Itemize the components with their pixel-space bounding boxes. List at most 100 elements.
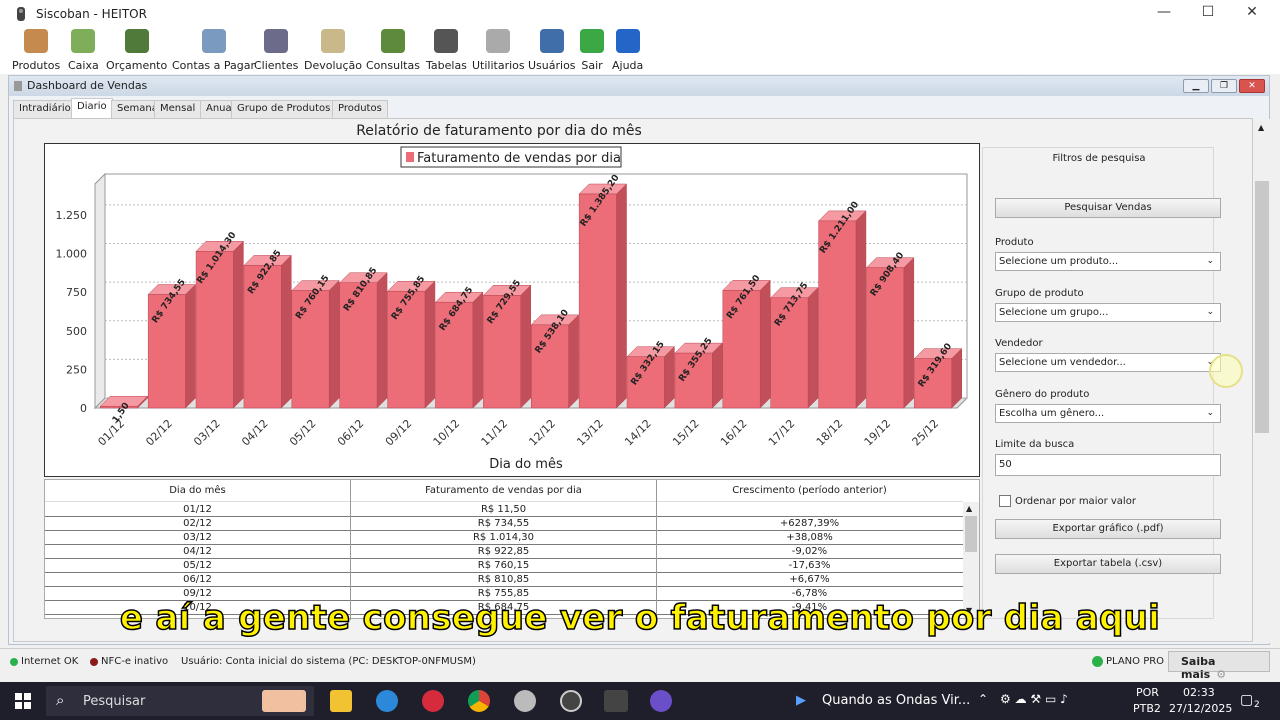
exit-icon bbox=[580, 29, 604, 53]
toolbar-button-6[interactable]: Consultas bbox=[366, 28, 420, 74]
bar-side bbox=[759, 279, 771, 409]
toolbar-label: Clientes bbox=[254, 59, 299, 72]
calendar-widget-icon bbox=[262, 690, 306, 712]
saiba-mais-button[interactable]: Saiba mais ⚙ bbox=[1168, 651, 1270, 681]
tab-0[interactable]: Intradiário bbox=[13, 100, 77, 118]
bar-side bbox=[424, 280, 436, 409]
clock-date[interactable]: 27/12/2025 bbox=[1169, 702, 1232, 715]
toolbar-button-9[interactable]: Usuários bbox=[528, 28, 576, 74]
toolbar-button-10[interactable]: Sair bbox=[580, 28, 604, 74]
search-icon: ⌕ bbox=[56, 691, 65, 709]
siscoban-taskbar-icon[interactable] bbox=[604, 690, 628, 712]
limit-input[interactable]: 50 bbox=[995, 454, 1221, 476]
dashboard-content: Relatório de faturamento por dia do mês … bbox=[13, 118, 1270, 643]
opera-icon[interactable] bbox=[422, 690, 444, 712]
tab-1[interactable]: Diario bbox=[71, 98, 113, 118]
column-header-growth[interactable]: Crescimento (período anterior) bbox=[657, 485, 962, 496]
clock-time[interactable]: 02:33 bbox=[1183, 686, 1215, 699]
toolbar-label: Caixa bbox=[68, 59, 99, 72]
product-select[interactable]: Selecione um produto... ⌄ bbox=[995, 252, 1221, 271]
table-row[interactable]: 05/12 R$ 760,15 -17,63% bbox=[45, 559, 963, 573]
minimize-button[interactable]: — bbox=[1142, 4, 1186, 24]
table-header: Dia do mês Faturamento de vendas por dia… bbox=[45, 480, 963, 502]
chevron-down-icon: ⌄ bbox=[1206, 256, 1214, 266]
obs-icon[interactable] bbox=[560, 690, 582, 712]
x-tick-label: 25/12 bbox=[910, 417, 942, 449]
app-taskbar-icon[interactable] bbox=[650, 690, 672, 712]
taskbar-search-placeholder: Pesquisar bbox=[83, 694, 146, 709]
bar-side bbox=[520, 284, 531, 409]
tray-chevron-icon[interactable]: ⌃ bbox=[978, 692, 988, 706]
table-row[interactable]: 04/12 R$ 922,85 -9,02% bbox=[45, 545, 963, 559]
bar-side bbox=[807, 287, 819, 409]
tab-3[interactable]: Mensal bbox=[154, 100, 202, 118]
dashboard-restore-button[interactable]: ❐ bbox=[1211, 79, 1237, 93]
x-tick-label: 11/12 bbox=[479, 417, 511, 449]
column-header-day[interactable]: Dia do mês bbox=[45, 485, 350, 496]
content-scrollbar[interactable]: ▲ bbox=[1254, 119, 1270, 643]
seller-select[interactable]: Selecione um vendedor...⌄ bbox=[995, 353, 1221, 372]
toolbar-button-11[interactable]: Ajuda bbox=[612, 28, 643, 74]
language-secondary[interactable]: PTB2 bbox=[1133, 702, 1161, 715]
content-scroll-thumb[interactable] bbox=[1255, 181, 1269, 433]
taskbar-search[interactable]: ⌕ Pesquisar bbox=[46, 686, 314, 716]
table-cell: R$ 734,55 bbox=[477, 518, 530, 529]
group-select[interactable]: Selecione um grupo... ⌄ bbox=[995, 303, 1221, 322]
search-sales-button[interactable]: Pesquisar Vendas bbox=[995, 198, 1221, 218]
clients-icon bbox=[264, 29, 289, 53]
table-row[interactable]: 03/12 R$ 1.014,30 +38,08% bbox=[45, 531, 963, 545]
language-primary[interactable]: POR bbox=[1136, 686, 1159, 699]
settings-icon[interactable] bbox=[514, 690, 536, 712]
dashboard-window: Dashboard de Vendas ▁ ❐ ✕ Intradiário Dia… bbox=[8, 75, 1270, 645]
genre-select[interactable]: Escolha um gênero... ⌄ bbox=[995, 404, 1221, 423]
scroll-up-icon[interactable]: ▲ bbox=[1258, 123, 1264, 132]
file-explorer-icon[interactable] bbox=[330, 690, 352, 712]
tray-icons[interactable]: ⚙ ☁ ⚒ ▭ ♪ bbox=[1000, 692, 1068, 706]
table-scroll-thumb[interactable] bbox=[965, 516, 977, 552]
bar-side bbox=[185, 283, 196, 409]
y-tick-label: 250 bbox=[66, 363, 87, 376]
table-row[interactable]: 06/12 R$ 810,85 +6,67% bbox=[45, 573, 963, 587]
scroll-up-icon[interactable]: ▲ bbox=[966, 504, 972, 513]
chrome-icon[interactable] bbox=[468, 690, 490, 712]
bar-side bbox=[568, 314, 579, 409]
limit-label: Limite da busca bbox=[995, 439, 1075, 450]
toolbar-button-8[interactable]: Utilitarios bbox=[472, 28, 525, 74]
toolbar-button-7[interactable]: Tabelas bbox=[426, 28, 467, 74]
x-tick-label: 14/12 bbox=[622, 417, 654, 449]
edge-icon[interactable] bbox=[376, 690, 398, 712]
main-toolbar: Produtos Caixa Orçamento Contas a Pagar Clie… bbox=[0, 28, 1280, 74]
toolbar-button-3[interactable]: Contas a Pagar bbox=[172, 28, 255, 74]
x-tick-label: 17/12 bbox=[766, 417, 798, 449]
toolbar-button-2[interactable]: Orçamento bbox=[106, 28, 167, 74]
toolbar-label: Sair bbox=[581, 59, 603, 72]
toolbar-button-5[interactable]: Devolução bbox=[304, 28, 362, 74]
window-title: Siscoban - HEITOR bbox=[36, 7, 147, 21]
table-row[interactable]: 02/12 R$ 734,55 +6287,39% bbox=[45, 517, 963, 531]
maximize-button[interactable]: ☐ bbox=[1186, 4, 1230, 24]
dashboard-close-button[interactable]: ✕ bbox=[1239, 79, 1265, 93]
close-button[interactable]: ✕ bbox=[1230, 4, 1274, 24]
chart-legend: Faturamento de vendas por dia bbox=[400, 146, 622, 168]
windows-start-icon[interactable] bbox=[15, 693, 31, 709]
notification-icon[interactable]: ▢ bbox=[1240, 692, 1253, 708]
legend-swatch bbox=[406, 152, 414, 162]
toolbar-button-0[interactable]: Produtos bbox=[12, 28, 60, 74]
table-row[interactable]: 01/12 R$ 11,50 bbox=[45, 503, 963, 517]
toolbar-label: Orçamento bbox=[106, 59, 168, 72]
export-csv-button[interactable]: Exportar tabela (.csv) bbox=[995, 554, 1221, 574]
dashboard-title: Dashboard de Vendas bbox=[27, 79, 148, 92]
toolbar-button-1[interactable]: Caixa bbox=[68, 28, 99, 74]
tab-5[interactable]: Grupo de Produtos bbox=[231, 100, 337, 118]
x-tick-label: 19/12 bbox=[862, 417, 894, 449]
x-tick-label: 02/12 bbox=[143, 417, 175, 449]
sort-checkbox[interactable] bbox=[999, 495, 1011, 507]
tab-6[interactable]: Produtos bbox=[332, 100, 388, 118]
export-pdf-button[interactable]: Exportar gráfico (.pdf) bbox=[995, 519, 1221, 539]
dashboard-minimize-button[interactable]: ▁ bbox=[1183, 79, 1209, 93]
toolbar-button-4[interactable]: Clientes bbox=[254, 28, 298, 74]
table-cell: 03/12 bbox=[183, 532, 212, 543]
genre-label: Gênero do produto bbox=[995, 389, 1090, 400]
media-title[interactable]: Quando as Ondas Vir... bbox=[822, 693, 970, 708]
column-header-revenue[interactable]: Faturamento de vendas por dia bbox=[351, 485, 656, 496]
